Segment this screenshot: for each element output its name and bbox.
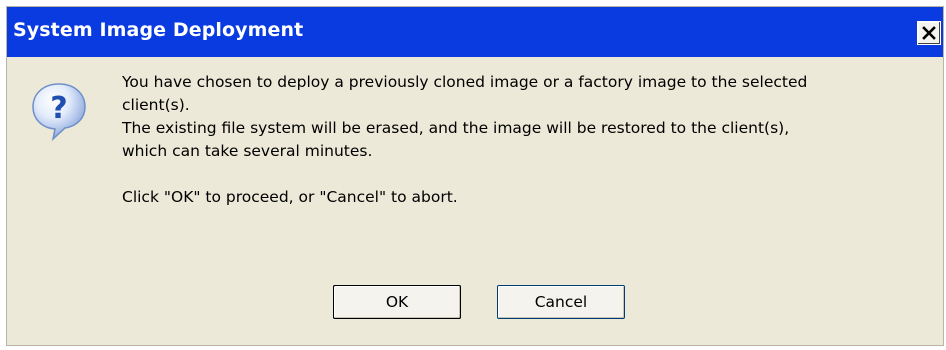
message-body: You have chosen to deploy a previously c… (122, 71, 937, 209)
question-icon: ? (32, 83, 86, 142)
cancel-button[interactable]: Cancel (497, 285, 625, 319)
prompt-text: Click "OK" to proceed, or "Cancel" to ab… (122, 188, 458, 206)
deployment-dialog: System Image Deployment ? You have chose… (6, 6, 944, 346)
close-icon (922, 26, 936, 40)
close-button[interactable] (917, 21, 941, 45)
message-line: client(s). (122, 96, 190, 114)
title-bar[interactable]: System Image Deployment (7, 7, 943, 57)
dialog-title: System Image Deployment (13, 19, 304, 41)
message-line: which can take several minutes. (122, 142, 373, 160)
message-line: The existing file system will be erased,… (122, 119, 790, 137)
svg-text:?: ? (50, 91, 67, 126)
ok-button[interactable]: OK (333, 285, 461, 319)
message-line: You have chosen to deploy a previously c… (122, 73, 808, 91)
